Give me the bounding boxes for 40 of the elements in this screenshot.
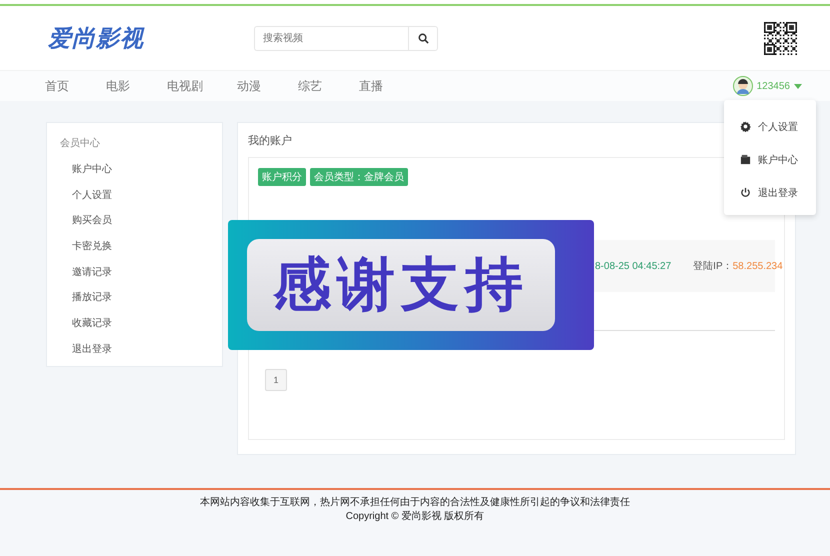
menu-item[interactable]: 退出登录 xyxy=(724,176,816,209)
nav-item[interactable]: 综艺 xyxy=(298,78,359,94)
avatar-icon[interactable] xyxy=(732,76,753,96)
search-field[interactable]: 搜索视频 xyxy=(254,26,408,50)
menu-item-label[interactable]: 账户中心 xyxy=(758,152,798,166)
nav-item[interactable]: 电影 xyxy=(106,78,167,94)
login-time: 8-08-25 04:45:27 xyxy=(595,260,672,272)
sidebar-item[interactable]: 账户中心 xyxy=(60,156,222,182)
account-tag: 账户积分 xyxy=(258,168,306,186)
menu-item-label[interactable]: 个人设置 xyxy=(758,120,798,134)
gear-icon xyxy=(740,121,751,132)
nav-item[interactable]: 首页 xyxy=(45,78,106,94)
sidebar-item[interactable]: 购买会员 xyxy=(60,207,222,234)
menu-item[interactable]: 个人设置 xyxy=(724,110,816,143)
sidebar-item[interactable]: 邀请记录 xyxy=(60,258,222,284)
menu-item[interactable]: 账户中心 xyxy=(724,143,816,176)
sidebar-item[interactable]: 个人设置 xyxy=(60,182,222,208)
search-button[interactable] xyxy=(408,26,438,50)
page-button[interactable]: 1 xyxy=(265,369,287,391)
sidebar-item[interactable]: 卡密兑换 xyxy=(60,233,222,259)
qr-code-icon xyxy=(764,22,797,54)
ip-address: 58.255.234 xyxy=(732,260,783,272)
sidebar-item[interactable]: 退出登录 xyxy=(60,336,222,362)
folder-icon xyxy=(740,154,751,165)
site-logo[interactable]: 爱尚影视 xyxy=(48,22,144,54)
account-tag: 会员类型：金牌会员 xyxy=(310,168,408,186)
menu-item-label[interactable]: 退出登录 xyxy=(758,186,798,200)
footer-text: Copyright © 爱尚影视 版权所有 xyxy=(346,510,484,524)
panel-title: 我的账户 xyxy=(248,134,293,149)
search-icon xyxy=(418,32,428,44)
sidebar-item[interactable]: 播放记录 xyxy=(60,284,222,310)
footer-text: 本网站内容收集于互联网，热片网不承担任何由于内容的合法性及健康性所引起的争议和法律责任 xyxy=(200,496,630,510)
banner-text: 感谢支持 xyxy=(247,239,555,331)
nav-item[interactable]: 电视剧 xyxy=(167,78,237,94)
ip-label: 登陆IP： xyxy=(693,260,733,273)
sidebar-item[interactable]: 收藏记录 xyxy=(60,310,222,336)
sidebar-title: 会员中心 xyxy=(60,136,101,151)
nav-item[interactable]: 动漫 xyxy=(237,78,298,94)
power-icon xyxy=(740,187,751,198)
nav-item[interactable]: 直播 xyxy=(359,78,420,94)
